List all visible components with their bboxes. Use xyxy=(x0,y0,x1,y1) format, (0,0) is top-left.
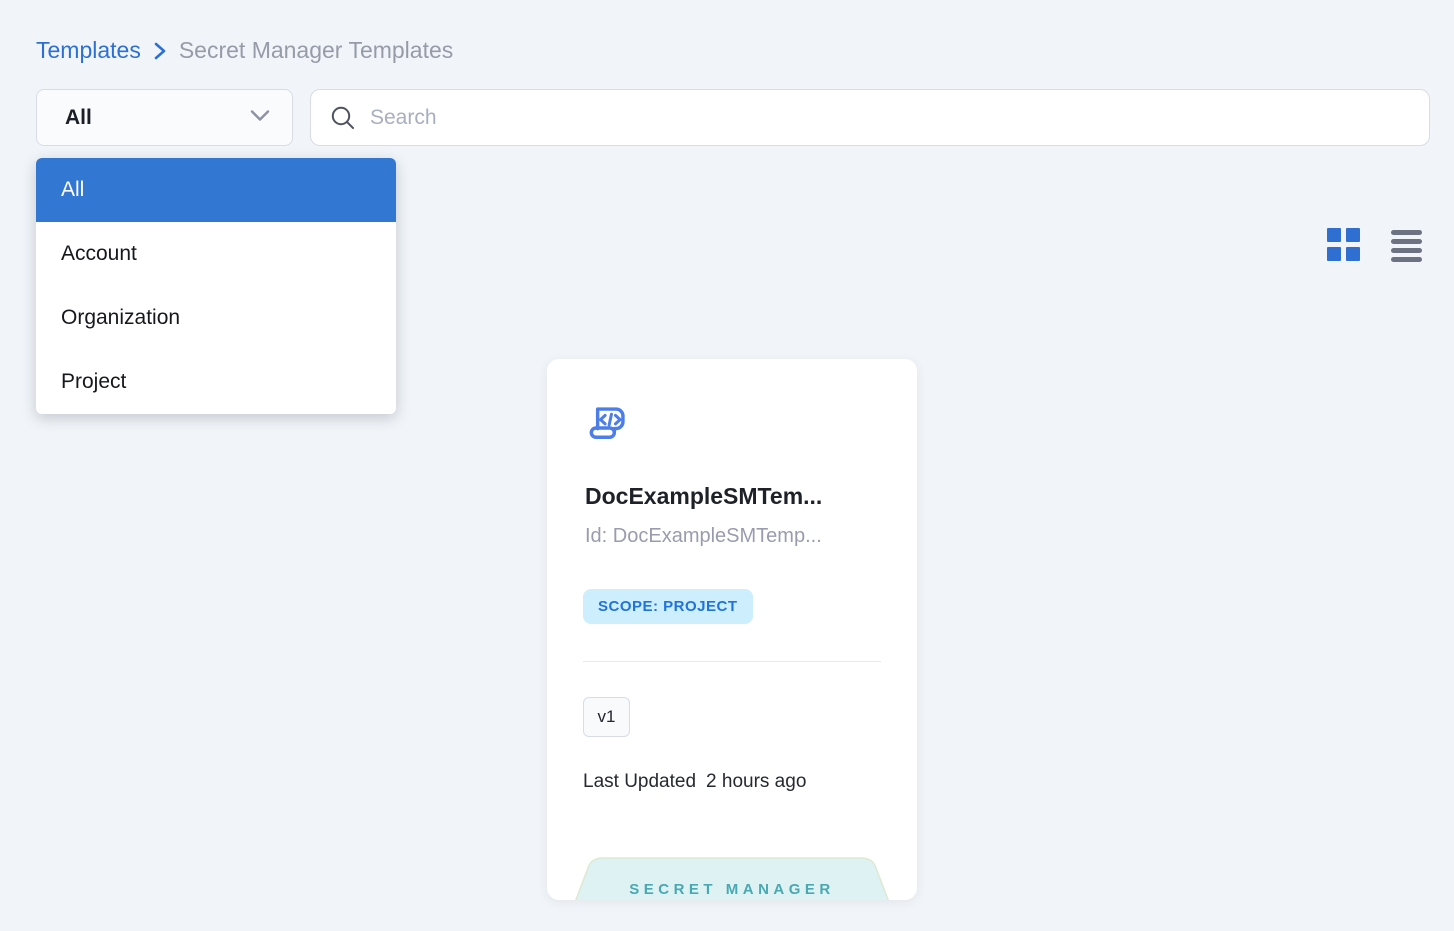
menu-item-account[interactable]: Account xyxy=(36,222,396,286)
search-icon xyxy=(329,104,356,131)
chevron-right-icon xyxy=(153,40,167,62)
last-updated-value: 2 hours ago xyxy=(706,771,806,793)
list-view-icon[interactable] xyxy=(1391,228,1422,262)
template-code-icon xyxy=(585,401,631,447)
scope-filter-select[interactable]: All xyxy=(36,89,293,146)
last-updated: Last Updated 2 hours ago xyxy=(583,771,806,793)
card-id: Id: DocExampleSMTemp... xyxy=(585,525,822,548)
template-type-banner: SECRET MANAGER xyxy=(565,857,899,900)
breadcrumb-link-templates[interactable]: Templates xyxy=(36,37,141,64)
scope-filter-menu: All Account Organization Project xyxy=(36,158,396,414)
svg-text:SECRET MANAGER: SECRET MANAGER xyxy=(629,881,835,898)
view-toggle-group xyxy=(1327,228,1422,262)
scope-badge: SCOPE: PROJECT xyxy=(583,589,753,624)
last-updated-label: Last Updated xyxy=(583,771,696,793)
menu-item-all[interactable]: All xyxy=(36,158,396,222)
template-card[interactable]: DocExampleSMTem... Id: DocExampleSMTemp.… xyxy=(547,359,917,900)
breadcrumb-current: Secret Manager Templates xyxy=(179,37,453,64)
menu-item-project[interactable]: Project xyxy=(36,350,396,414)
breadcrumb: Templates Secret Manager Templates xyxy=(36,37,453,64)
card-title: DocExampleSMTem... xyxy=(585,483,822,510)
chevron-down-icon xyxy=(250,109,270,127)
search-bar xyxy=(310,89,1430,146)
grid-view-icon[interactable] xyxy=(1327,228,1360,261)
version-chip[interactable]: v1 xyxy=(583,697,630,737)
menu-item-organization[interactable]: Organization xyxy=(36,286,396,350)
card-divider xyxy=(583,661,881,662)
search-input[interactable] xyxy=(370,106,1411,130)
scope-filter-value: All xyxy=(65,106,92,130)
